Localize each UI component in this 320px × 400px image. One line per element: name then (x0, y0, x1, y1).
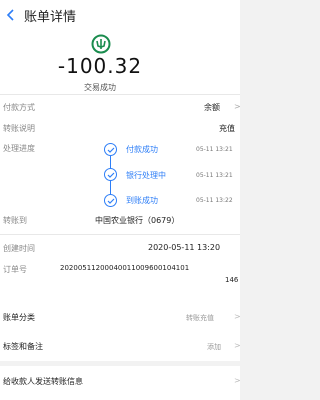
payment-method-label: 付款方式 (3, 103, 35, 112)
chevron-right-icon: > (234, 312, 241, 321)
created-time-value: 2020-05-11 13:20 (148, 243, 221, 252)
page-title: 账单详情 (24, 9, 77, 25)
order-number-line2: 146 (225, 276, 239, 284)
check-icon (104, 168, 117, 181)
divider (0, 234, 240, 235)
chevron-right-icon: > (234, 102, 241, 111)
abc-bank-logo-icon (91, 34, 111, 54)
progress-step-time: 05-11 13:21 (196, 172, 233, 179)
created-time-label: 创建时间 (3, 244, 35, 253)
check-icon (104, 143, 117, 156)
bill-detail-card: -100.32 交易成功 付款方式 余额 > 转账说明 充值 处理进度 付款成功… (0, 30, 241, 308)
progress-step-label: 付款成功 (126, 145, 158, 154)
progress-step-time: 05-11 13:21 (196, 146, 233, 153)
transfer-note-value: 充值 (219, 124, 235, 133)
transfer-to-value: 中国农业银行（0679） (95, 216, 180, 225)
send-message-label: 给收款人发送转账信息 (3, 377, 83, 386)
divider (0, 94, 240, 95)
tags-notes-value: 添加 (207, 343, 221, 351)
header-bar: 账单详情 (0, 0, 240, 30)
bill-category-value: 转账充值 (186, 314, 214, 322)
order-number-line1: 20200511200040011009600104101 (60, 264, 190, 272)
tags-notes-label: 标签和备注 (3, 342, 43, 351)
tags-notes-row[interactable]: 标签和备注 添加 > (0, 331, 241, 361)
payment-method-value[interactable]: 余额 (204, 102, 220, 113)
bill-category-row[interactable]: 账单分类 转账充值 > (0, 302, 241, 332)
order-number-label: 订单号 (3, 265, 27, 274)
amount: -100.32 (57, 54, 143, 78)
send-message-row[interactable]: 给收款人发送转账信息 > (0, 366, 241, 400)
progress-label: 处理进度 (3, 144, 35, 153)
progress-step-label: 银行处理中 (126, 171, 166, 180)
progress-step-time: 05-11 13:22 (196, 197, 233, 204)
transfer-note-label: 转账说明 (3, 124, 35, 133)
chevron-left-icon (6, 9, 14, 21)
transfer-to-label: 转账到 (3, 216, 27, 225)
trade-status: 交易成功 (84, 83, 116, 92)
bill-category-label: 账单分类 (3, 313, 35, 322)
check-icon (104, 194, 117, 207)
back-button[interactable] (0, 0, 22, 30)
chevron-right-icon: > (234, 376, 241, 385)
progress-step-label: 到账成功 (126, 196, 158, 205)
chevron-right-icon: > (234, 341, 241, 350)
